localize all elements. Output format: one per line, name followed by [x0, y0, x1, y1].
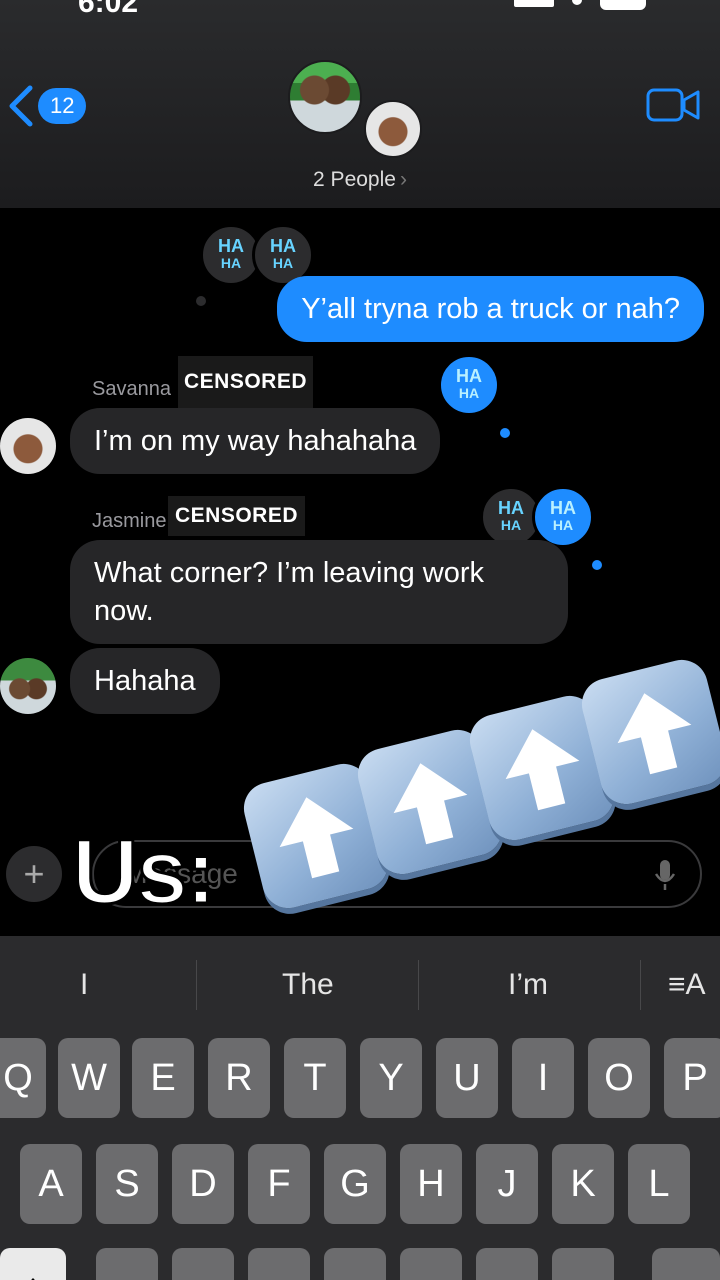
tapback-text: HA	[218, 236, 244, 256]
tapback-text: HA	[550, 498, 576, 518]
key-n[interactable]	[476, 1248, 538, 1280]
microphone-icon[interactable]	[654, 858, 676, 892]
unread-badge: 12	[38, 88, 87, 124]
tapback-text: HA	[500, 517, 522, 533]
divider	[418, 960, 419, 1010]
key-z[interactable]	[96, 1248, 158, 1280]
sender-name: Savanna	[92, 378, 171, 400]
predictive-bar: I The I’m ≡A	[0, 936, 720, 1036]
incoming-message[interactable]: What corner? I’m leaving work now.	[70, 540, 568, 644]
outgoing-message[interactable]: Y’all tryna rob a truck or nah?	[277, 276, 704, 342]
key-h[interactable]: H	[400, 1144, 462, 1224]
group-name: 2 People	[313, 168, 396, 191]
tapback-text: HA	[270, 236, 296, 256]
shift-icon	[31, 1278, 35, 1280]
avatar[interactable]	[0, 658, 56, 714]
avatar-savanna	[364, 100, 422, 158]
tapback-tail	[592, 560, 602, 570]
avatar[interactable]	[0, 418, 56, 474]
key-t[interactable]: T	[284, 1038, 346, 1118]
signal-icon	[514, 0, 554, 7]
tapback-text: HA	[456, 366, 482, 386]
key-o[interactable]: O	[588, 1038, 650, 1118]
apps-plus-button[interactable]: +	[6, 846, 62, 902]
haha-tapback[interactable]: HA HA	[438, 354, 500, 416]
key-k[interactable]: K	[552, 1144, 614, 1224]
prediction-item[interactable]: I	[80, 968, 88, 1002]
back-button[interactable]: 12	[6, 84, 87, 128]
shift-key[interactable]	[0, 1248, 66, 1280]
tapback-tail	[196, 296, 206, 306]
incoming-message[interactable]: I’m on my way hahahaha	[70, 408, 441, 474]
avatar-jasmine	[288, 60, 362, 134]
conversation-header: 6:02 12 2 People ›	[0, 0, 720, 208]
key-g[interactable]: G	[324, 1144, 386, 1224]
key-d[interactable]: D	[172, 1144, 234, 1224]
key-y[interactable]: Y	[360, 1038, 422, 1118]
key-u[interactable]: U	[436, 1038, 498, 1118]
key-w[interactable]: W	[58, 1038, 120, 1118]
key-c[interactable]	[248, 1248, 310, 1280]
key-x[interactable]	[172, 1248, 234, 1280]
sender-name: Jasmine	[92, 510, 167, 532]
tapback-text: HA	[458, 385, 480, 401]
group-avatars[interactable]	[288, 58, 428, 158]
key-m[interactable]	[552, 1248, 614, 1280]
overlay-caption: Us:	[70, 820, 217, 925]
prediction-item[interactable]: The	[282, 968, 334, 1002]
status-time: 6:02	[78, 0, 139, 19]
chevron-right-icon: ›	[399, 168, 407, 191]
key-p[interactable]: P	[664, 1038, 720, 1118]
key-j[interactable]: J	[476, 1144, 538, 1224]
incoming-message[interactable]: Hahaha	[70, 648, 220, 714]
battery-icon	[600, 0, 646, 10]
divider	[196, 960, 197, 1010]
key-e[interactable]: E	[132, 1038, 194, 1118]
divider	[640, 960, 641, 1010]
key-q[interactable]: Q	[0, 1038, 46, 1118]
group-name-button[interactable]: 2 People ›	[0, 168, 720, 192]
key-s[interactable]: S	[96, 1144, 158, 1224]
key-i[interactable]: I	[512, 1038, 574, 1118]
censored-label: CENSORED	[168, 496, 306, 536]
keyboard: I The I’m ≡A Q W E R T Y U I O P A S D F…	[0, 936, 720, 1280]
key-f[interactable]: F	[248, 1144, 310, 1224]
censored-label: CENSORED	[178, 356, 314, 408]
prediction-item[interactable]: I’m	[508, 968, 548, 1002]
haha-tapback[interactable]: HA HA	[532, 486, 594, 548]
video-call-icon[interactable]	[646, 88, 700, 122]
key-b[interactable]	[400, 1248, 462, 1280]
chevron-left-icon	[9, 85, 33, 127]
key-v[interactable]	[324, 1248, 386, 1280]
key-a[interactable]: A	[20, 1144, 82, 1224]
tapback-text: HA	[498, 498, 524, 518]
delete-key[interactable]	[652, 1248, 720, 1280]
text-format-icon[interactable]: ≡A	[668, 968, 706, 1002]
tapback-tail	[500, 428, 510, 438]
tapback-text: HA	[272, 255, 294, 271]
tapback-text: HA	[220, 255, 242, 271]
tapback-text: HA	[552, 517, 574, 533]
key-r[interactable]: R	[208, 1038, 270, 1118]
status-icons	[514, 0, 646, 10]
key-l[interactable]: L	[628, 1144, 690, 1224]
wifi-icon	[572, 0, 582, 5]
